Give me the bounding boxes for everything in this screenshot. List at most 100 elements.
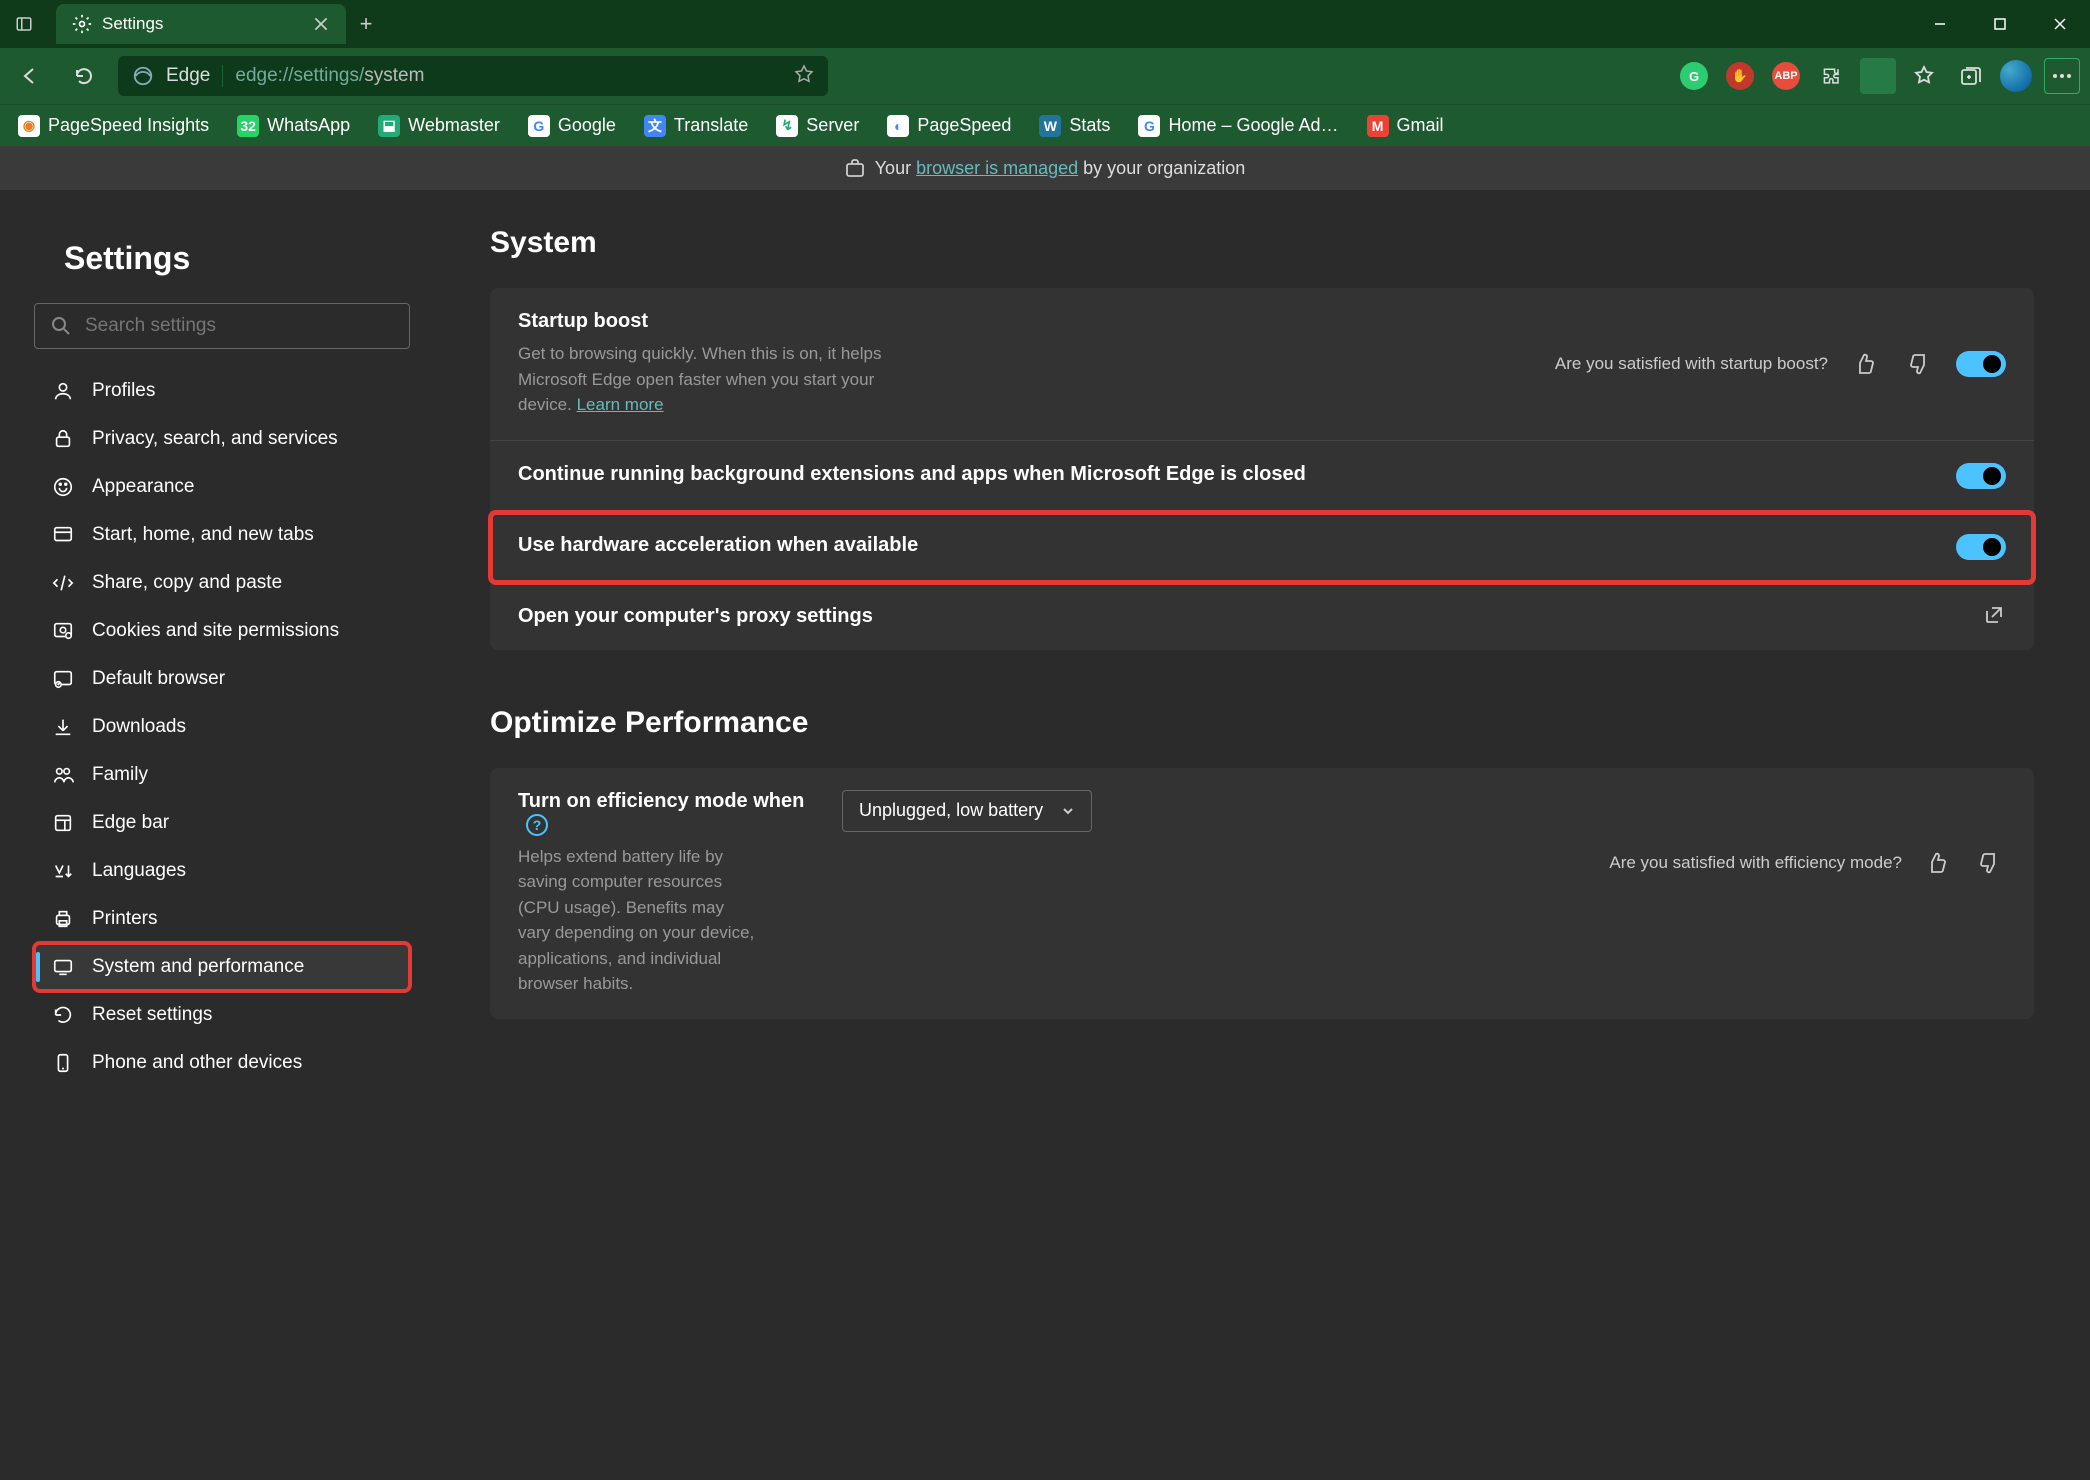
- nav-icon: [52, 1004, 74, 1026]
- sidebar-item-system-and-performance[interactable]: System and performance: [34, 943, 410, 991]
- tab-actions-button[interactable]: [0, 0, 48, 48]
- sidebar-item-label: Start, home, and new tabs: [92, 524, 314, 546]
- toolbar: Edge edge://settings/system G ✋ ABP: [0, 48, 2090, 104]
- search-input[interactable]: [85, 315, 393, 337]
- sidebar-item-label: Printers: [92, 908, 157, 930]
- search-settings[interactable]: [34, 303, 410, 349]
- sidebar-item-label: Share, copy and paste: [92, 572, 282, 594]
- new-tab-button[interactable]: +: [346, 4, 386, 44]
- nav-icon: [52, 524, 74, 546]
- sidebar-item-appearance[interactable]: Appearance: [34, 463, 410, 511]
- nav-icon: [52, 668, 74, 690]
- nav-icon: [52, 764, 74, 786]
- tab-label: Settings: [102, 14, 302, 34]
- sidebar-item-label: Profiles: [92, 380, 155, 402]
- efficiency-dropdown[interactable]: Unplugged, low battery: [842, 790, 1092, 832]
- sidebar-item-profiles[interactable]: Profiles: [34, 367, 410, 415]
- sidebar-item-label: Languages: [92, 860, 186, 882]
- help-icon[interactable]: ?: [526, 814, 548, 836]
- bookmark-server[interactable]: ↯Server: [776, 115, 859, 137]
- sidebar-item-phone-and-other-devices[interactable]: Phone and other devices: [34, 1039, 410, 1087]
- nav-icon: [52, 476, 74, 498]
- minimize-button[interactable]: [1910, 0, 1970, 48]
- menu-button[interactable]: [2044, 58, 2080, 94]
- sidebar-item-default-browser[interactable]: Default browser: [34, 655, 410, 703]
- learn-more-link[interactable]: Learn more: [577, 395, 664, 414]
- ext-ublock[interactable]: ✋: [1722, 58, 1758, 94]
- sidebar-item-label: Downloads: [92, 716, 186, 738]
- efficiency-thumbs-down[interactable]: [1972, 846, 2006, 880]
- nav-icon: [52, 1052, 74, 1074]
- favorite-button[interactable]: [794, 64, 814, 89]
- startup-toggle[interactable]: [1956, 351, 2006, 377]
- profile-button[interactable]: [1998, 58, 2034, 94]
- row-proxy-settings[interactable]: Open your computer's proxy settings: [490, 583, 2034, 650]
- startup-title: Startup boost: [518, 310, 1535, 333]
- chevron-down-icon: [1061, 804, 1075, 818]
- hw-title: Use hardware acceleration when available: [518, 534, 1936, 557]
- titlebar: Settings +: [0, 0, 2090, 48]
- sidebar-item-label: Phone and other devices: [92, 1052, 302, 1074]
- sidebar-item-family[interactable]: Family: [34, 751, 410, 799]
- address-bar[interactable]: Edge edge://settings/system: [118, 56, 828, 96]
- briefcase-icon: [845, 158, 865, 178]
- back-button[interactable]: [10, 56, 50, 96]
- proxy-title: Open your computer's proxy settings: [518, 605, 1964, 628]
- bg-toggle[interactable]: [1956, 463, 2006, 489]
- bookmark-pagespeed2[interactable]: ◐PageSpeed: [887, 115, 1011, 137]
- efficiency-feedback-label: Are you satisfied with efficiency mode?: [1609, 853, 1902, 873]
- ext-grammarly[interactable]: G: [1676, 58, 1712, 94]
- efficiency-desc: Helps extend battery life by saving comp…: [518, 844, 758, 997]
- sidebar-item-printers[interactable]: Printers: [34, 895, 410, 943]
- startup-thumbs-up[interactable]: [1848, 347, 1882, 381]
- tab-settings[interactable]: Settings: [56, 4, 346, 44]
- extensions-button[interactable]: [1814, 58, 1850, 94]
- row-background-apps: Continue running background extensions a…: [490, 441, 2034, 512]
- collections-button[interactable]: [1952, 58, 1988, 94]
- sidebar-item-start-home-and-new-tabs[interactable]: Start, home, and new tabs: [34, 511, 410, 559]
- managed-link[interactable]: browser is managed: [916, 158, 1078, 178]
- bookmark-stats[interactable]: WStats: [1039, 115, 1110, 137]
- bookmark-gmail[interactable]: MGmail: [1367, 115, 1444, 137]
- sidebar-item-languages[interactable]: Languages: [34, 847, 410, 895]
- managed-banner: Your browser is managed by your organiza…: [0, 146, 2090, 190]
- puzzle-icon: [1821, 65, 1843, 87]
- maximize-button[interactable]: [1970, 0, 2030, 48]
- sidebar-item-reset-settings[interactable]: Reset settings: [34, 991, 410, 1039]
- bookmarks-bar: ◉PageSpeed Insights 32WhatsApp ⬓Webmaste…: [0, 104, 2090, 146]
- nav-icon: [52, 380, 74, 402]
- bookmark-translate[interactable]: 文Translate: [644, 115, 748, 137]
- nav-icon: [52, 428, 74, 450]
- search-icon: [51, 316, 71, 336]
- startup-feedback-label: Are you satisfied with startup boost?: [1555, 354, 1828, 374]
- dropdown-value: Unplugged, low battery: [859, 800, 1043, 821]
- gear-icon: [72, 14, 92, 34]
- refresh-button[interactable]: [64, 56, 104, 96]
- hw-toggle[interactable]: [1956, 534, 2006, 560]
- favorites-button[interactable]: [1906, 58, 1942, 94]
- sidebar-item-share-copy-and-paste[interactable]: Share, copy and paste: [34, 559, 410, 607]
- efficiency-thumbs-up[interactable]: [1920, 846, 1954, 880]
- sidebar-title: Settings: [64, 240, 410, 277]
- close-button[interactable]: [2030, 0, 2090, 48]
- bookmark-webmaster[interactable]: ⬓Webmaster: [378, 115, 500, 137]
- startup-thumbs-down[interactable]: [1902, 347, 1936, 381]
- sidebar-item-downloads[interactable]: Downloads: [34, 703, 410, 751]
- external-link-icon: [1984, 605, 2006, 627]
- nav-icon: [52, 620, 74, 642]
- bookmark-google[interactable]: GGoogle: [528, 115, 616, 137]
- sidebar-item-label: Family: [92, 764, 148, 786]
- sidebar-item-cookies-and-site-permissions[interactable]: Cookies and site permissions: [34, 607, 410, 655]
- tab-close-button[interactable]: [312, 15, 330, 33]
- nav-icon: [52, 716, 74, 738]
- efficiency-title: Turn on efficiency mode when ?: [518, 790, 818, 836]
- bookmark-pagespeed-insights[interactable]: ◉PageSpeed Insights: [18, 115, 209, 137]
- bookmark-google-ads[interactable]: GHome – Google Ad…: [1138, 115, 1338, 137]
- sidebar-item-edge-bar[interactable]: Edge bar: [34, 799, 410, 847]
- bookmark-whatsapp[interactable]: 32WhatsApp: [237, 115, 350, 137]
- nav-icon: [52, 812, 74, 834]
- ext-adblock[interactable]: ABP: [1768, 58, 1804, 94]
- sidebar-item-privacy-search-and-services[interactable]: Privacy, search, and services: [34, 415, 410, 463]
- sidebar-item-label: Edge bar: [92, 812, 169, 834]
- settings-main: System Startup boost Get to browsing qui…: [430, 190, 2090, 1480]
